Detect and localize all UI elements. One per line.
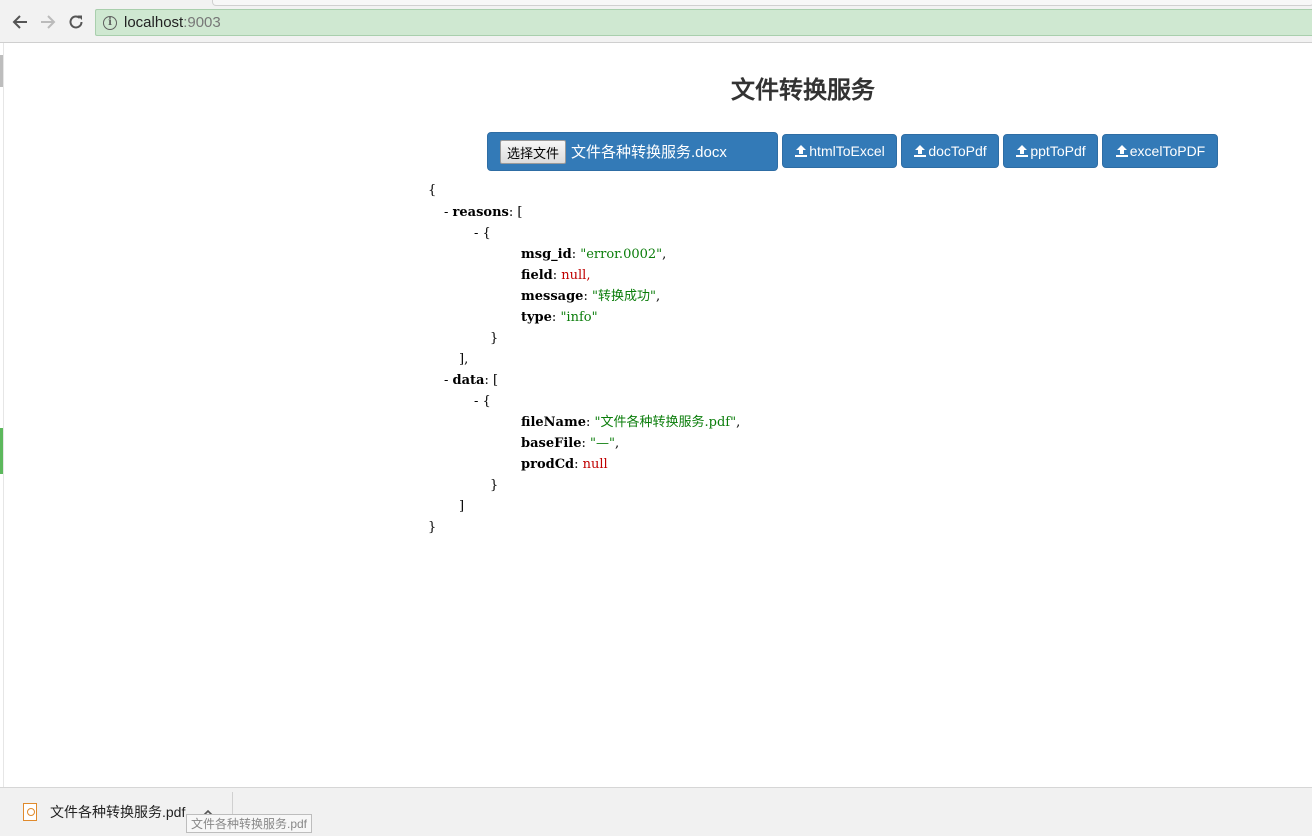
json-line-filename: fileName: "文件各种转换服务.pdf", [521,415,740,431]
json-key: field [521,268,553,283]
json-close-bracket: ] [459,499,465,514]
json-punct: : [586,415,595,430]
json-key: baseFile [521,436,582,451]
left-edge-marker [0,55,3,87]
json-close-bracket: ], [459,352,469,367]
json-string: "—" [590,436,615,451]
excel-to-pdf-button[interactable]: excelToPDF [1102,134,1218,168]
collapse-toggle[interactable]: - { [474,226,491,242]
json-line-data: - data: [ [444,373,498,389]
json-key: message [521,289,584,304]
json-string: "文件各种转换服务.pdf" [594,415,737,430]
collapse-toggle[interactable]: - { [474,394,491,410]
json-close-brace: } [490,478,499,493]
json-punct: , [614,436,620,451]
ppt-to-pdf-button[interactable]: pptToPdf [1003,134,1098,168]
json-key: data [452,373,485,388]
upload-icon [1016,145,1029,157]
address-bar[interactable]: i localhost:9003 [95,9,1312,36]
json-string: "info" [560,310,598,325]
json-line-prodcd: prodCd: null [521,457,608,473]
selected-file-name: 文件各种转换服务.docx [571,144,727,161]
json-line-reasons: - reasons: [ [444,205,522,221]
json-key: type [521,310,552,325]
json-punct: : [ [508,205,523,220]
info-icon[interactable]: i [103,15,117,30]
doc-to-pdf-button[interactable]: docToPdf [901,134,999,168]
html-to-excel-label: htmlToExcel [809,143,885,159]
json-key: reasons [452,205,509,220]
json-punct: , [736,415,741,430]
excel-to-pdf-label: excelToPDF [1129,143,1206,159]
file-upload-box[interactable]: 选择文件 文件各种转换服务.docx [487,132,778,171]
json-line-type: type: "info" [521,310,598,326]
upload-icon [914,145,927,157]
json-punct: : [583,289,592,304]
download-file-name: 文件各种转换服务.pdf [50,804,186,820]
json-punct: , [586,268,591,283]
download-tooltip: 文件各种转换服务.pdf [186,814,313,833]
json-null: null [582,457,608,472]
left-edge-highlight [0,428,3,474]
doc-to-pdf-label: docToPdf [928,143,987,159]
json-line-msg-id: msg_id: "error.0002", [521,247,666,263]
json-punct: , [655,289,661,304]
json-punct: , [662,247,667,262]
json-punct: : [571,247,581,262]
json-punct: : [552,268,562,283]
json-key: msg_id [521,247,572,262]
json-key: fileName [521,415,586,430]
page-title: 文件转换服务 [731,77,875,104]
json-key: prodCd [521,457,575,472]
html-to-excel-button[interactable]: htmlToExcel [782,134,897,168]
json-line-message: message: "转换成功", [521,289,660,305]
browser-tab-strip [212,0,1312,6]
url-port: :9003 [183,14,221,31]
json-line-field: field: null, [521,268,590,284]
upload-icon [795,145,808,157]
forward-icon[interactable] [38,12,58,32]
json-punct: : [ [484,373,499,388]
back-icon[interactable] [10,12,30,32]
json-string: "转换成功" [591,289,656,304]
json-punct: : [581,436,590,451]
collapse-toggle[interactable]: - [444,205,453,220]
upload-icon [1115,145,1128,157]
json-punct: : [574,457,583,472]
collapse-toggle[interactable]: - [444,373,453,388]
reload-icon[interactable] [66,12,86,32]
pdf-file-icon [23,803,37,821]
ppt-to-pdf-label: pptToPdf [1030,143,1086,159]
url-text: localhost:9003 [124,14,221,31]
choose-file-button[interactable]: 选择文件 [500,139,567,164]
url-host: localhost [124,14,184,31]
json-null: null [561,268,587,283]
json-line-basefile: baseFile: "—", [521,436,619,452]
json-close-brace: } [490,331,499,346]
json-string: "error.0002" [580,247,663,262]
json-close-brace: } [428,520,437,535]
json-open-brace: { [428,183,437,198]
left-border [3,43,4,787]
